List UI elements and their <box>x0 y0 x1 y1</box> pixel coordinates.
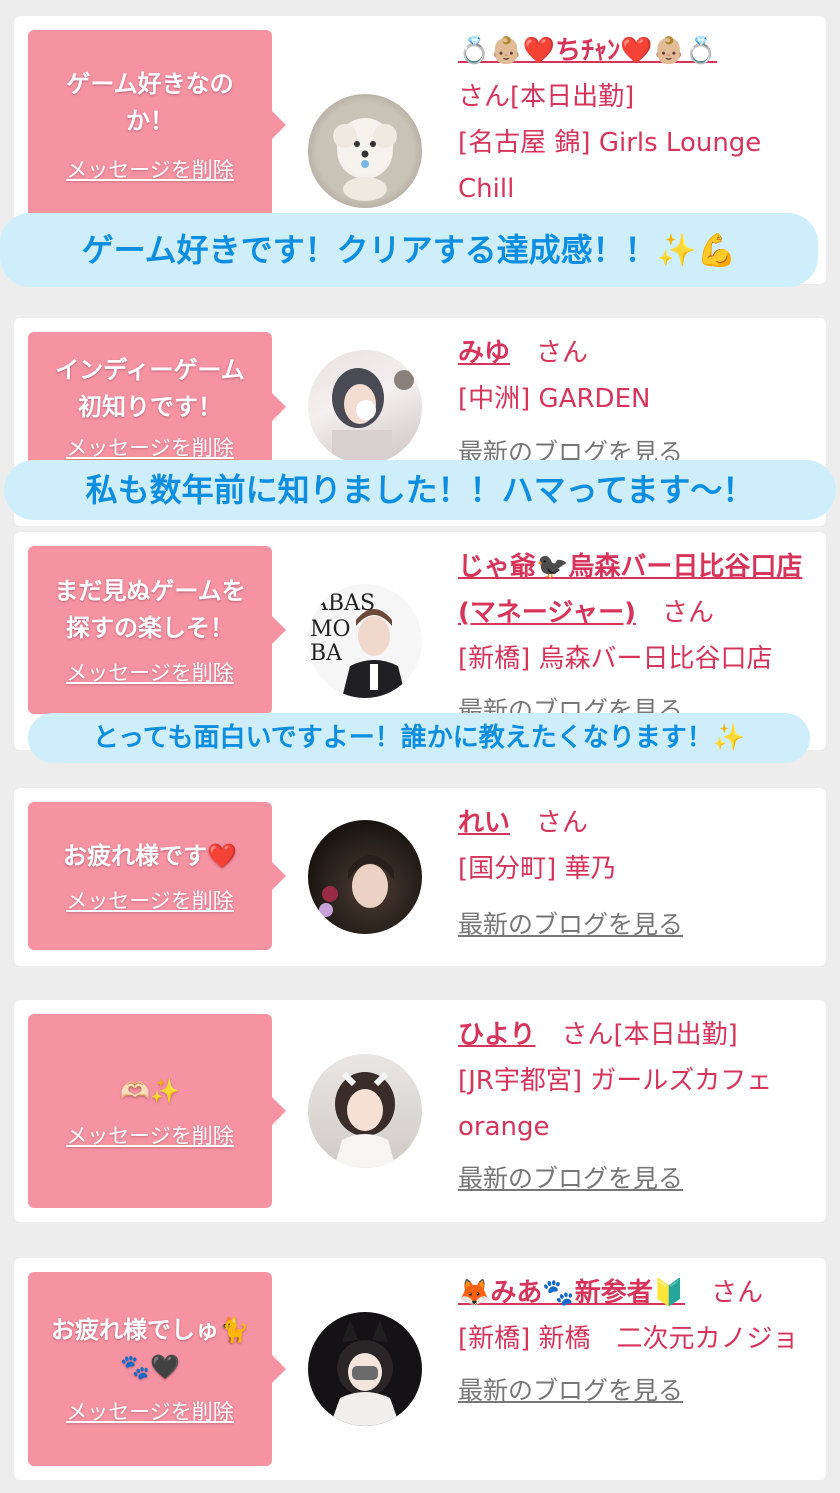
profile-name-link[interactable]: ひより <box>458 1020 535 1050</box>
profile-info: れい さん [国分町] 華乃 最新のブログを見る <box>458 800 812 948</box>
message-card: 🫶🏻✨ メッセージを削除 ひより さん[本日出勤] [JR宇都宮] ガールズカフェ… <box>14 1000 826 1222</box>
message-text: ゲーム好きなの か！ <box>66 70 234 135</box>
message-card: お疲れ様です❤️ メッセージを削除 れい さん [国分町] 華乃 最新のブログを見… <box>14 788 826 966</box>
message-bubble: お疲れ様でしゅ🐈 🐾🖤 メッセージを削除 <box>28 1272 286 1466</box>
avatar[interactable]: ABAS MO BA <box>308 584 422 698</box>
honorific: さん <box>661 598 714 628</box>
message-bubble: まだ見ぬゲームを 探すの楽しそ！ メッセージを削除 <box>28 546 286 714</box>
caption-overlay: とっても面白いですよー！誰かに教えたくなります！✨ <box>28 713 810 763</box>
delete-message-link[interactable]: メッセージを削除 <box>66 657 234 687</box>
honorific: さん <box>536 338 589 368</box>
latest-blog-link[interactable]: 最新のブログを見る <box>458 1376 683 1405</box>
status-badge: [本日出勤] <box>613 1020 738 1050</box>
honorific: さん <box>536 808 589 838</box>
profile-name-link[interactable]: 💍👶🏼❤️ちﾁｬﾝ❤️👶🏼💍 <box>458 36 717 66</box>
message-card: お疲れ様でしゅ🐈 🐾🖤 メッセージを削除 🦊みあ🐾新参者🔰 さん [新橋] 新橋 … <box>14 1258 826 1480</box>
status-badge: [本日出勤] <box>510 82 635 112</box>
shop-area[interactable]: [中洲] GARDEN <box>458 376 812 422</box>
message-text: お疲れ様でしゅ🐈 🐾🖤 <box>51 1316 249 1381</box>
message-text: 🫶🏻✨ <box>120 1076 180 1105</box>
girl-cat-ears-icon <box>330 1320 400 1426</box>
shop-area[interactable]: [新橋] 新橋 二次元カノジョ <box>458 1316 808 1362</box>
message-text: お疲れ様です❤️ <box>63 841 237 870</box>
delete-message-link[interactable]: メッセージを削除 <box>66 154 234 184</box>
message-bubble: ゲーム好きなの か！ メッセージを削除 <box>28 30 286 220</box>
message-bubble: 🫶🏻✨ メッセージを削除 <box>28 1014 286 1208</box>
avatar[interactable] <box>308 1312 422 1426</box>
profile-info: みゆ さん [中洲] GARDEN 最新のブログを見る <box>458 330 812 476</box>
delete-message-link[interactable]: メッセージを削除 <box>66 1396 234 1426</box>
delete-message-link[interactable]: メッセージを削除 <box>66 432 234 462</box>
honorific: さん <box>458 82 511 112</box>
message-text: まだ見ぬゲームを 探すの楽しそ！ <box>54 577 246 642</box>
delete-message-link[interactable]: メッセージを削除 <box>66 885 234 915</box>
delete-message-link[interactable]: メッセージを削除 <box>66 1120 234 1150</box>
shop-area[interactable]: [新橋] 烏森バー日比谷口店 <box>458 636 812 682</box>
woman-icon <box>319 855 394 917</box>
profile-name-link[interactable]: みゆ <box>458 338 510 368</box>
caption-overlay: 私も数年前に知りました！！ハマってます〜！ <box>4 460 836 520</box>
profile-info: 💍👶🏼❤️ちﾁｬﾝ❤️👶🏼💍 さん[本日出勤] [名古屋 錦] Girls Lo… <box>458 28 812 212</box>
profile-name-link[interactable]: じゃ爺🐦‍⬛烏森バー日比谷口店(マネージャー) <box>458 552 802 628</box>
svg-text:BA: BA <box>310 641 343 666</box>
message-bubble: お疲れ様です❤️ メッセージを削除 <box>28 802 286 950</box>
latest-blog-link[interactable]: 最新のブログを見る <box>458 1164 683 1193</box>
profile-name-link[interactable]: れい <box>458 808 510 838</box>
svg-text:MO: MO <box>310 617 351 642</box>
message-text: インディーゲーム 初知りです！ <box>55 356 245 421</box>
shop-area[interactable]: [JR宇都宮] ガールズカフェ orange <box>458 1058 788 1150</box>
man-icon: ABAS MO BA <box>310 591 406 698</box>
avatar[interactable] <box>308 350 422 464</box>
profile-info: じゃ爺🐦‍⬛烏森バー日比谷口店(マネージャー) さん [新橋] 烏森バー日比谷口店… <box>458 544 812 734</box>
profile-name-link[interactable]: 🦊みあ🐾新参者🔰 <box>458 1278 685 1308</box>
honorific: さん <box>561 1020 614 1050</box>
profile-info: 🦊みあ🐾新参者🔰 さん [新橋] 新橋 二次元カノジョ 最新のブログを見る <box>458 1270 812 1414</box>
girl-icon <box>334 1071 396 1168</box>
avatar[interactable] <box>308 1054 422 1168</box>
shop-area[interactable]: [名古屋 錦] Girls Lounge Chill <box>458 120 812 212</box>
latest-blog-link[interactable]: 最新のブログを見る <box>458 910 683 939</box>
caption-overlay: ゲーム好きです！クリアする達成感！！✨💪 <box>0 213 818 287</box>
puppy-icon <box>333 118 397 201</box>
shop-area[interactable]: [国分町] 華乃 <box>458 846 812 892</box>
avatar[interactable] <box>308 94 422 208</box>
avatar[interactable] <box>308 820 422 934</box>
honorific: さん <box>711 1278 764 1308</box>
profile-info: ひより さん[本日出勤] [JR宇都宮] ガールズカフェ orange 最新のブロ… <box>458 1012 812 1202</box>
girl-icon <box>332 368 414 464</box>
